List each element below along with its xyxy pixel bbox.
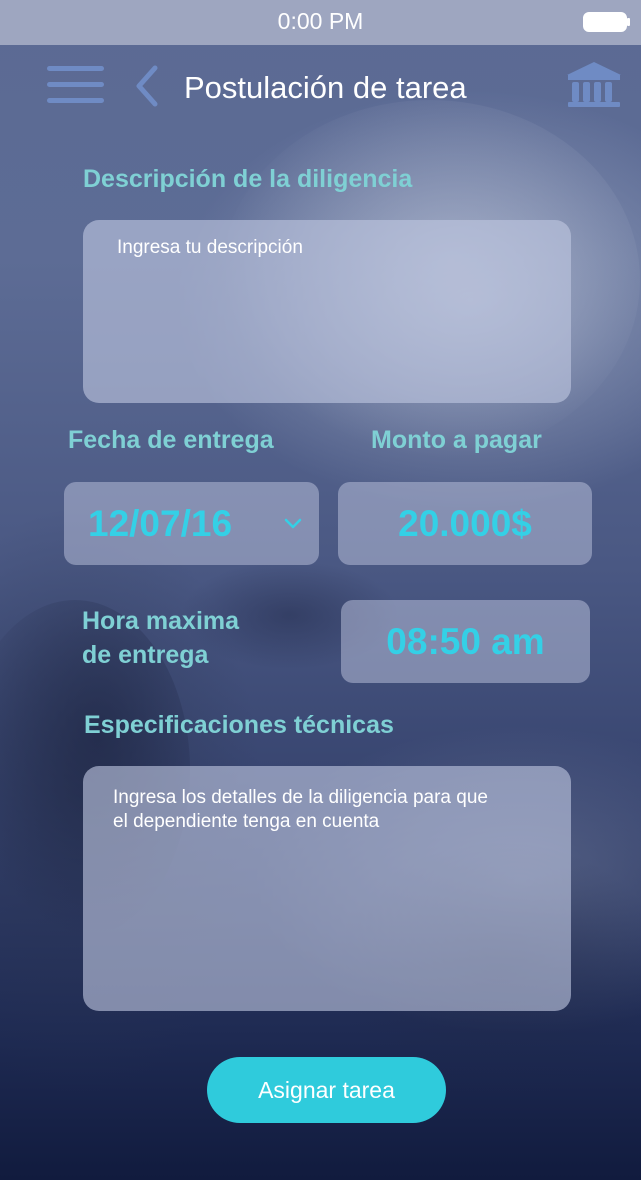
battery-icon [583,12,630,32]
max-time-label: Hora maxima de entrega [82,604,302,672]
hamburger-menu-icon[interactable] [47,66,104,106]
amount-label: Monto a pagar [371,426,542,454]
assign-task-button[interactable]: Asignar tarea [207,1057,446,1123]
amount-value: 20.000$ [398,502,532,544]
page-title: Postulación de tarea [184,70,467,105]
chevron-down-icon [284,518,302,529]
chevron-left-icon[interactable] [133,64,161,108]
delivery-date-label: Fecha de entrega [68,426,274,454]
specs-label: Especificaciones técnicas [84,711,394,739]
delivery-date-select[interactable]: 12/07/16 [64,482,319,565]
specs-textarea[interactable]: Ingresa los detalles de la diligencia pa… [83,766,571,1011]
task-application-screen: 0:00 PM Postulación de tarea Descripción… [0,0,641,1180]
specs-placeholder-line2: el dependiente tenga en cuenta [113,811,380,832]
description-textarea[interactable]: Ingresa tu descripción [83,220,571,403]
max-time-value: 08:50 am [386,620,545,662]
status-bar: 0:00 PM [0,0,641,45]
description-placeholder: Ingresa tu descripción [117,237,303,258]
delivery-date-value: 12/07/16 [88,502,233,544]
max-time-label-line2: de entrega [82,641,209,669]
description-label: Descripción de la diligencia [83,165,413,193]
status-time: 0:00 PM [277,8,364,34]
max-time-label-line1: Hora maxima [82,607,240,635]
bank-building-icon[interactable] [564,60,624,108]
amount-field[interactable]: 20.000$ [338,482,592,565]
specs-placeholder-line1: Ingresa los detalles de la diligencia pa… [113,787,488,808]
max-time-field[interactable]: 08:50 am [341,600,590,683]
